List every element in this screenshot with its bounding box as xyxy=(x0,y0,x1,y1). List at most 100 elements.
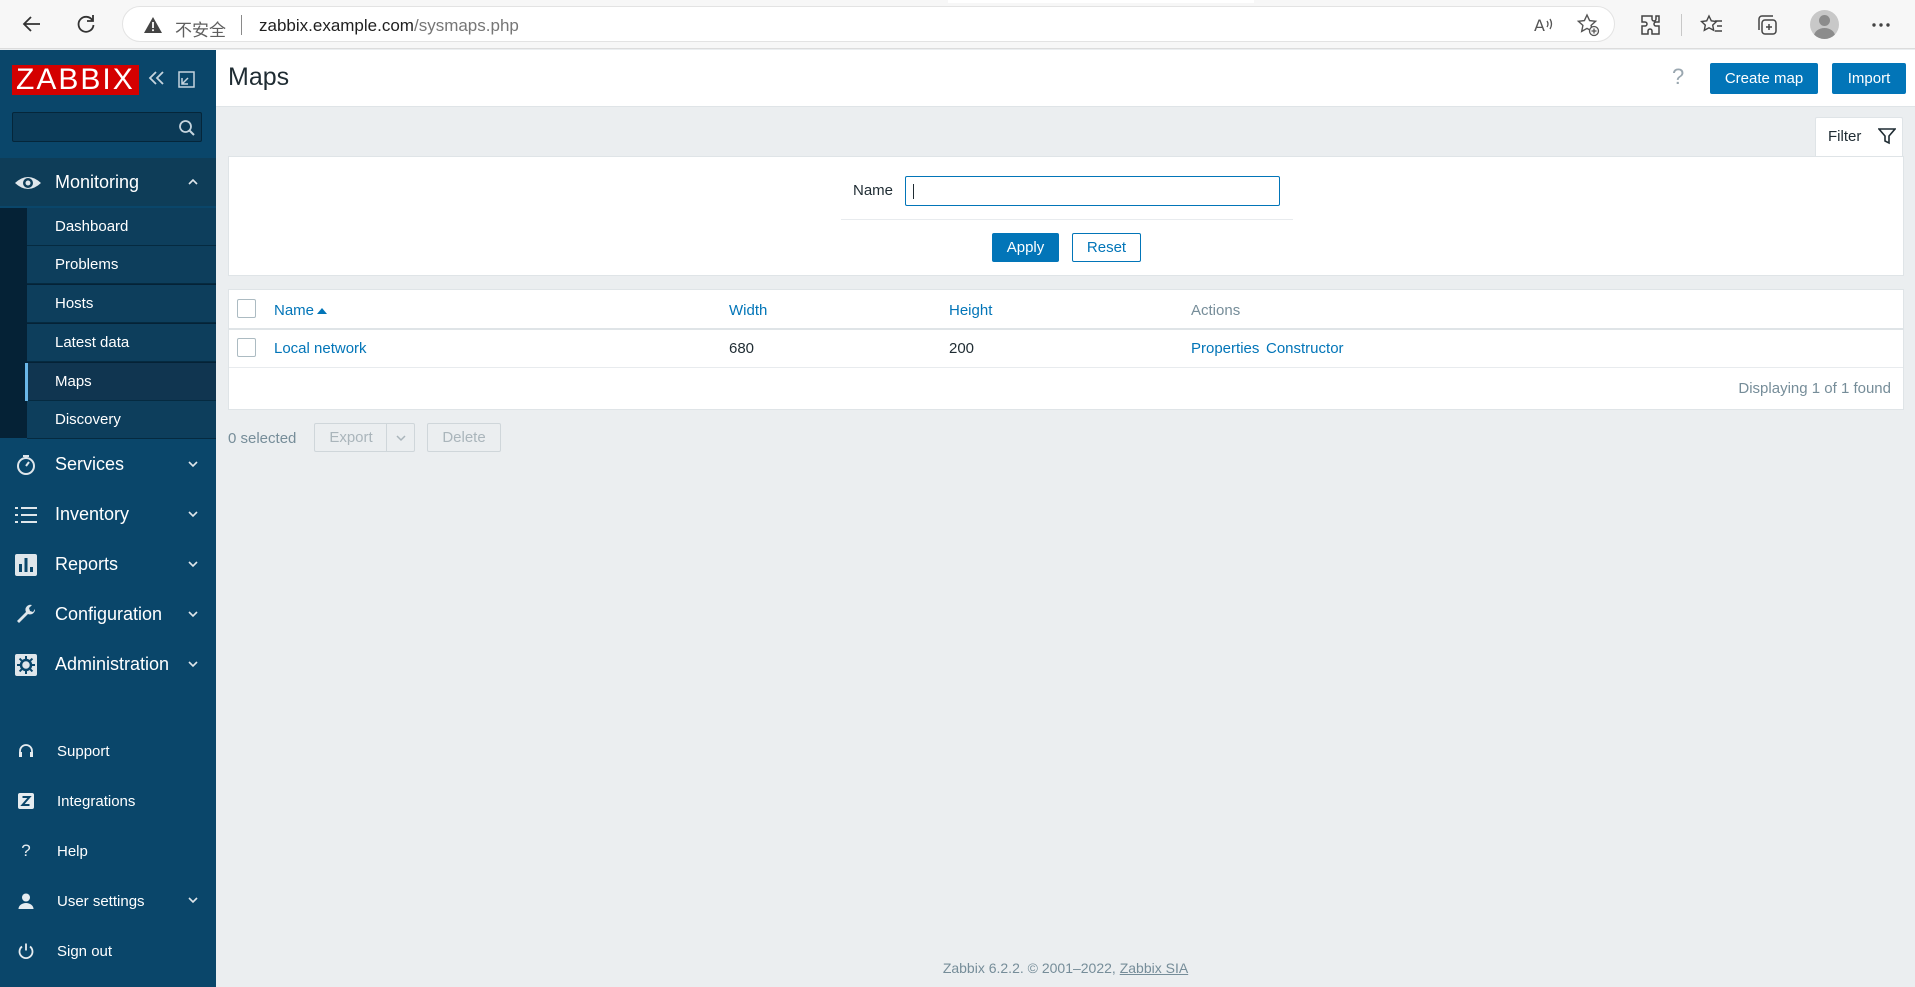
column-name-label: Name xyxy=(274,302,315,319)
menu-services-label: Services xyxy=(55,453,125,474)
svg-text:A: A xyxy=(1534,16,1545,35)
menu-configuration[interactable]: Configuration xyxy=(0,590,216,638)
selected-count: 0 selected xyxy=(228,430,297,447)
chevron-down-icon xyxy=(188,457,198,471)
monitoring-submenu: Dashboard Problems Hosts Latest data Map… xyxy=(0,208,216,439)
map-width-cell: 680 xyxy=(729,340,755,357)
kiosk-mode-icon[interactable] xyxy=(178,71,195,93)
bar-chart-icon xyxy=(14,553,38,577)
chevron-down-icon xyxy=(395,434,406,441)
back-icon[interactable] xyxy=(16,8,48,40)
menu-help-label: Help xyxy=(57,842,88,860)
question-icon: ? xyxy=(21,841,31,860)
table-header: Name Width Height Actions xyxy=(229,290,1903,330)
menu-services[interactable]: Services xyxy=(0,440,216,488)
menu-administration-label: Administration xyxy=(55,653,170,674)
help-icon[interactable]: ? xyxy=(1672,64,1684,90)
import-button[interactable]: Import xyxy=(1832,63,1906,94)
page-header: Maps ? Create map Import xyxy=(216,50,1915,107)
menu-sign-out-label: Sign out xyxy=(57,942,113,960)
integrations-icon xyxy=(16,791,36,811)
collections-icon[interactable] xyxy=(1751,9,1783,41)
add-favorite-icon[interactable] xyxy=(1576,13,1600,42)
more-options-icon[interactable] xyxy=(1865,9,1897,41)
map-name-link[interactable]: Local network xyxy=(274,340,367,357)
sort-ascending-icon xyxy=(317,308,328,314)
export-dropdown-button[interactable] xyxy=(386,423,415,452)
menu-monitoring[interactable]: Monitoring xyxy=(0,158,216,206)
url-path: /sysmaps.php xyxy=(413,16,519,35)
menu-help[interactable]: ? Help xyxy=(0,831,216,871)
headset-icon xyxy=(16,741,36,761)
url-host: zabbix.example.com xyxy=(259,16,414,35)
menu-integrations[interactable]: Integrations xyxy=(0,781,216,821)
submenu-item-hosts[interactable]: Hosts xyxy=(27,285,216,323)
select-all-checkbox[interactable] xyxy=(237,299,256,318)
address-bar[interactable]: 不安全 zabbix.example.com/sysmaps.php A xyxy=(122,6,1615,42)
filter-name-label: Name xyxy=(853,182,894,199)
menu-inventory[interactable]: Inventory xyxy=(0,490,216,538)
sidebar: ZABBIX Monitoring Dashboard Problems Hos… xyxy=(0,50,216,987)
refresh-icon[interactable] xyxy=(70,8,102,40)
chevron-up-icon xyxy=(188,175,198,189)
apply-button[interactable]: Apply xyxy=(992,233,1059,262)
page-footer: Zabbix 6.2.2. © 2001–2022, Zabbix SIA xyxy=(216,960,1915,976)
filter-icon xyxy=(1877,127,1897,150)
properties-link[interactable]: Properties xyxy=(1191,340,1259,357)
menu-administration[interactable]: Administration xyxy=(0,640,216,688)
extensions-icon[interactable] xyxy=(1635,9,1667,41)
submenu-item-dashboard[interactable]: Dashboard xyxy=(27,208,216,246)
sidebar-search-input[interactable] xyxy=(12,112,202,142)
submenu-item-latest-data[interactable]: Latest data xyxy=(27,324,216,362)
search-icon[interactable] xyxy=(178,119,196,142)
active-tab-indicator xyxy=(948,0,1254,3)
filter-divider xyxy=(841,219,1293,220)
url-text: zabbix.example.com/sysmaps.php xyxy=(259,16,519,36)
read-aloud-icon[interactable]: A xyxy=(1532,13,1556,42)
toolbar-divider xyxy=(1681,14,1682,36)
column-header-name[interactable]: Name xyxy=(274,302,328,319)
menu-support[interactable]: Support xyxy=(0,731,216,771)
filter-panel: Name Apply Reset xyxy=(228,156,1904,276)
footer-vendor-link[interactable]: Zabbix SIA xyxy=(1120,960,1188,976)
maps-table: Name Width Height Actions Local network … xyxy=(228,289,1904,410)
power-icon xyxy=(16,941,36,961)
constructor-link[interactable]: Constructor xyxy=(1266,340,1344,357)
chevron-down-icon xyxy=(188,557,198,571)
menu-sign-out[interactable]: Sign out xyxy=(0,931,216,971)
submenu-item-problems[interactable]: Problems xyxy=(27,246,216,284)
profile-avatar[interactable] xyxy=(1810,10,1839,39)
create-map-button[interactable]: Create map xyxy=(1710,63,1818,94)
delete-button[interactable]: Delete xyxy=(427,423,501,452)
list-icon xyxy=(14,503,38,527)
chevron-down-icon xyxy=(188,607,198,621)
page-title: Maps xyxy=(228,63,290,91)
address-divider xyxy=(241,15,242,35)
row-checkbox[interactable] xyxy=(237,338,256,357)
column-header-width[interactable]: Width xyxy=(729,302,767,319)
user-icon xyxy=(16,891,36,911)
filter-tab-label: Filter xyxy=(1828,128,1862,145)
warning-icon[interactable] xyxy=(143,16,163,39)
filter-name-input[interactable] xyxy=(905,176,1280,206)
menu-user-settings[interactable]: User settings xyxy=(0,881,216,921)
menu-inventory-label: Inventory xyxy=(55,503,130,524)
column-header-height[interactable]: Height xyxy=(949,302,992,319)
menu-reports[interactable]: Reports xyxy=(0,540,216,588)
column-header-actions: Actions xyxy=(1191,302,1241,319)
favorites-icon[interactable] xyxy=(1696,9,1728,41)
filter-tab[interactable]: Filter xyxy=(1815,117,1903,157)
submenu-item-maps[interactable]: Maps xyxy=(25,363,216,401)
browser-toolbar: 不安全 zabbix.example.com/sysmaps.php A xyxy=(0,0,1915,49)
menu-reports-label: Reports xyxy=(55,553,119,574)
submenu-item-discovery[interactable]: Discovery xyxy=(27,401,216,439)
chevron-down-icon xyxy=(188,657,198,671)
menu-user-settings-label: User settings xyxy=(57,892,145,910)
zabbix-logo[interactable]: ZABBIX xyxy=(12,65,139,95)
menu-monitoring-label: Monitoring xyxy=(55,171,140,192)
menu-configuration-label: Configuration xyxy=(55,603,163,624)
export-button[interactable]: Export xyxy=(314,423,387,452)
table-pagination-info: Displaying 1 of 1 found xyxy=(1738,380,1891,397)
reset-button[interactable]: Reset xyxy=(1072,233,1141,262)
collapse-sidebar-icon[interactable] xyxy=(146,68,166,94)
